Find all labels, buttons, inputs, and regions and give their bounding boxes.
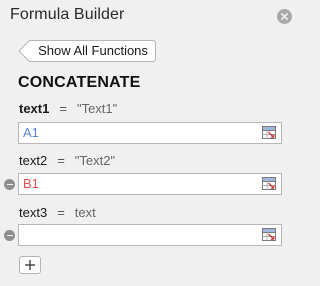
argument-label-text3: text3 = text [19, 205, 96, 220]
remove-argument-text3-icon[interactable] [4, 230, 15, 241]
argument-preview: "Text1" [76, 101, 118, 116]
argument-label-text1: text1 = "Text1" [19, 101, 117, 116]
cell-reference-picker-icon[interactable] [262, 126, 276, 139]
argument-equals: = [57, 205, 65, 220]
cell-reference-picker-icon[interactable] [262, 228, 276, 241]
argument-field-text2[interactable]: B1 [18, 173, 282, 195]
cell-reference-picker-icon[interactable] [262, 177, 276, 190]
function-name: CONCATENATE [18, 74, 141, 91]
argument-label-text2: text2 = "Text2" [19, 153, 115, 168]
panel-title: Formula Builder [10, 6, 125, 23]
plus-icon [25, 260, 35, 270]
argument-preview: text [74, 205, 96, 220]
remove-argument-text2-icon[interactable] [4, 179, 15, 190]
argument-equals: = [59, 101, 67, 116]
show-all-functions-label: Show All Functions [38, 43, 148, 58]
argument-field-text1[interactable]: A1 [18, 122, 282, 144]
argument-name: text2 [19, 153, 48, 168]
formula-builder-panel: Formula Builder Show All Functions CONCA… [0, 0, 300, 286]
argument-preview: "Text2" [74, 153, 116, 168]
argument-field-text3[interactable] [18, 224, 282, 246]
argument-equals: = [57, 153, 65, 168]
argument-field-value: B1 [23, 176, 39, 191]
argument-field-value: A1 [23, 125, 39, 140]
argument-name: text1 [19, 101, 50, 116]
add-argument-button[interactable] [19, 256, 41, 274]
argument-name: text3 [19, 205, 48, 220]
show-all-functions-button[interactable]: Show All Functions [18, 40, 156, 62]
close-icon[interactable] [277, 9, 292, 24]
